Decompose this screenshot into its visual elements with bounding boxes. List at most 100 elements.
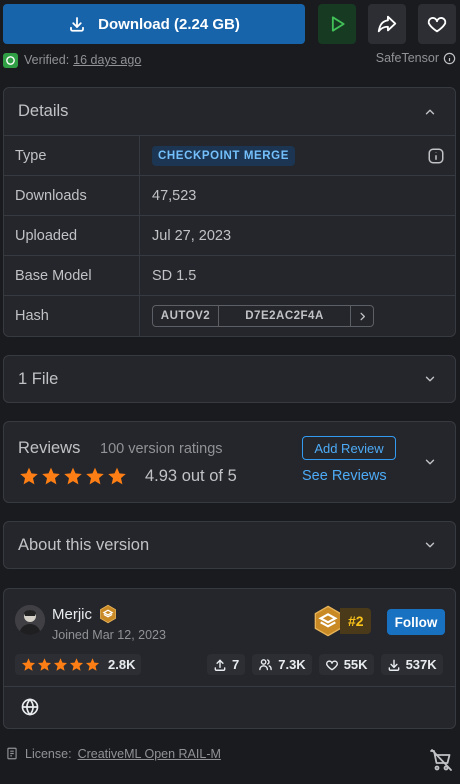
details-header[interactable]: Details — [4, 88, 455, 136]
verified-date-link[interactable]: 16 days ago — [73, 53, 141, 67]
followers-count: 7.3K — [278, 657, 306, 672]
joined-date: Joined Mar 12, 2023 — [52, 628, 166, 642]
files-title: 1 File — [18, 369, 59, 388]
row-value: 47,523 — [152, 187, 197, 204]
creator-card: Merjic Joined Mar 12, 2023 #2 Follow 2.8… — [3, 588, 456, 729]
follow-button[interactable]: Follow — [387, 609, 445, 635]
rating-pill: 2.8K — [15, 654, 142, 675]
share-button[interactable] — [368, 4, 406, 44]
rating-score: 4.93 out of 5 — [145, 467, 237, 485]
verified-label: Verified: — [24, 53, 70, 67]
star-icon — [69, 658, 84, 671]
star-icon — [37, 658, 52, 671]
type-badge: CHECKPOINT MERGE — [152, 145, 295, 166]
row-label: Hash — [4, 296, 140, 336]
heart-icon — [325, 659, 338, 670]
users-icon — [259, 659, 273, 671]
row-label: Type — [4, 136, 140, 175]
license-link[interactable]: CreativeML Open RAIL-M — [78, 747, 221, 761]
chevron-down-icon[interactable] — [423, 455, 437, 469]
share-icon — [377, 15, 397, 33]
row-value: SD 1.5 — [152, 267, 197, 284]
star-icon — [85, 658, 100, 671]
download-button[interactable]: Download (2.24 GB) — [3, 4, 305, 44]
add-review-button[interactable]: Add Review — [302, 436, 396, 460]
creator-name-row: Merjic — [52, 604, 118, 624]
details-row-type: Type CHECKPOINT MERGE — [4, 136, 455, 176]
details-row-hash: Hash AUTOV2 D7E2AC2F4A — [4, 296, 455, 336]
creator-badge-icon — [100, 604, 116, 624]
avatar[interactable] — [15, 605, 45, 635]
about-title: About this version — [18, 535, 150, 554]
download-icon — [388, 659, 399, 671]
divider — [4, 686, 455, 687]
format-indicator: SafeTensor — [376, 51, 456, 65]
star-icon — [108, 467, 126, 485]
ratings-count: 100 version ratings — [100, 441, 223, 457]
downloads-stat: 537K — [380, 654, 443, 675]
star-icon — [86, 467, 104, 485]
info-icon[interactable] — [443, 52, 456, 65]
upload-icon — [214, 659, 226, 671]
details-row-base-model: Base Model SD 1.5 — [4, 256, 455, 296]
see-reviews-link[interactable]: See Reviews — [302, 468, 387, 484]
creator-name[interactable]: Merjic — [52, 606, 92, 623]
star-icon — [53, 658, 68, 671]
info-icon[interactable] — [427, 147, 445, 165]
row-label: Base Model — [4, 256, 140, 295]
no-commercial-cart-icon — [430, 749, 452, 771]
downloads-count: 537K — [405, 657, 437, 672]
details-row-uploaded: Uploaded Jul 27, 2023 — [4, 216, 455, 256]
download-icon — [70, 17, 85, 32]
shield-check-icon — [3, 52, 18, 68]
like-button[interactable] — [418, 4, 456, 44]
format-label: SafeTensor — [375, 51, 439, 65]
reviews-card: Reviews 100 version ratings 4.93 out of … — [3, 421, 456, 503]
uploads-stat: 7 — [207, 654, 246, 675]
chevron-down-icon — [425, 376, 435, 382]
details-title: Details — [18, 102, 69, 120]
hash-value[interactable]: D7E2AC2F4A — [219, 306, 351, 326]
followers-stat: 7.3K — [252, 654, 312, 675]
chevron-right-icon — [359, 312, 365, 320]
about-header[interactable]: About this version — [4, 522, 455, 568]
chevron-down-icon — [425, 542, 435, 548]
likes-stat: 55K — [318, 654, 374, 675]
uploads-count: 7 — [232, 657, 240, 672]
action-bar: Download (2.24 GB) — [3, 4, 456, 44]
star-icon — [64, 467, 82, 485]
play-icon — [331, 16, 345, 32]
star-icon — [42, 467, 60, 485]
details-row-downloads: Downloads 47,523 — [4, 176, 455, 216]
creator-stats: 7 7.3K 55K 537K — [207, 654, 443, 675]
reviews-title: Reviews — [18, 439, 81, 457]
row-label: Downloads — [4, 176, 140, 215]
row-value: Jul 27, 2023 — [152, 227, 232, 244]
heart-icon — [427, 17, 447, 33]
hash-next-button[interactable] — [351, 306, 373, 326]
license-icon — [7, 747, 17, 760]
license-label: License: — [25, 746, 72, 761]
creator-rating: 2.8K — [15, 654, 142, 675]
star-icon — [20, 467, 38, 485]
hash-type: AUTOV2 — [153, 306, 219, 326]
globe-icon[interactable] — [20, 697, 40, 717]
rank-label: #2 — [340, 608, 371, 634]
likes-count: 55K — [343, 657, 368, 672]
star-icon — [21, 658, 36, 671]
rating-stars — [21, 657, 100, 672]
rating-count: 2.8K — [108, 657, 136, 672]
run-button[interactable] — [318, 4, 356, 44]
hash-box: AUTOV2 D7E2AC2F4A — [152, 305, 374, 327]
verified-row: Verified: 16 days ago SafeTensor — [3, 51, 456, 69]
download-label: Download (2.24 GB) — [98, 15, 240, 33]
files-header[interactable]: 1 File — [4, 356, 455, 402]
license-row: License: CreativeML Open RAIL-M — [5, 746, 221, 761]
about-card[interactable]: About this version — [3, 521, 456, 569]
row-label: Uploaded — [4, 216, 140, 255]
chevron-up-icon — [425, 109, 435, 114]
details-card: Details Type CHECKPOINT MERGE Downloads … — [3, 87, 456, 337]
files-card[interactable]: 1 File — [3, 355, 456, 403]
rating-stars — [19, 466, 127, 486]
creator-rank: #2 — [312, 605, 371, 637]
